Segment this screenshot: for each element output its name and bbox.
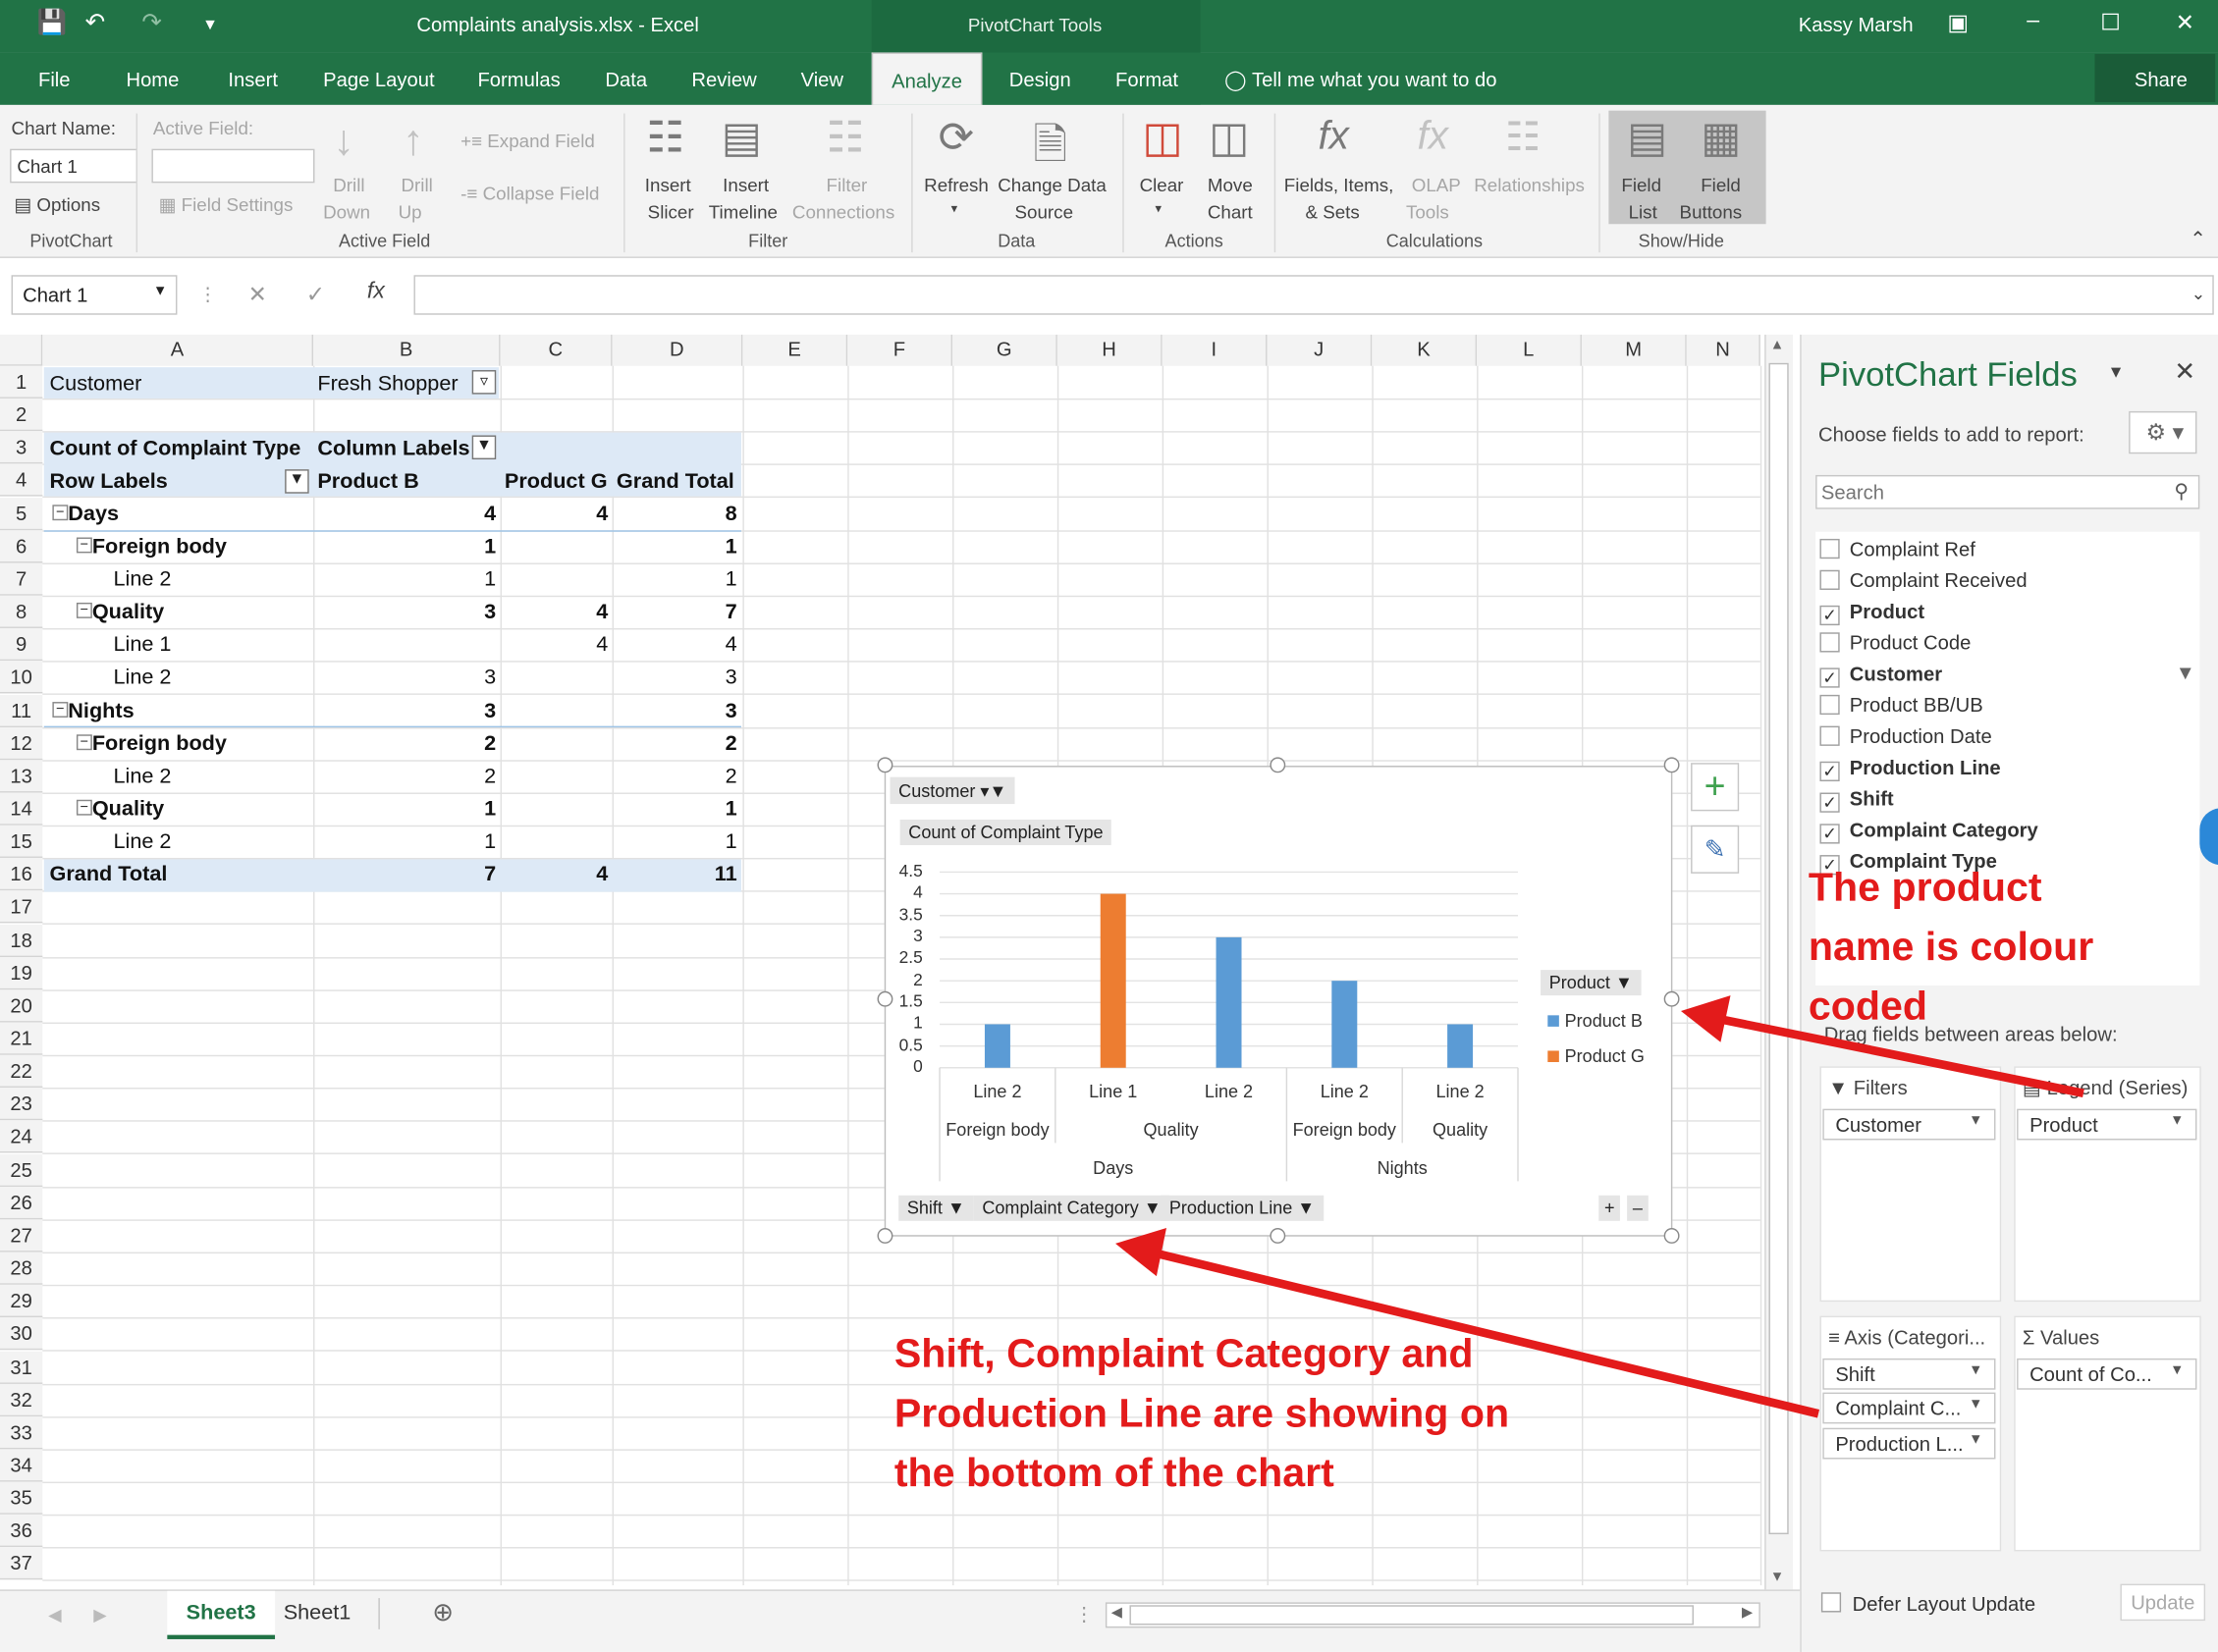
arrow-head-axis [1115, 1228, 1167, 1277]
arrow-head-legend [1680, 995, 1731, 1042]
annotation-axis-fields: Shift, Complaint Category and Production… [893, 1331, 1510, 1497]
annotation-product-colour: The product name is colour coded [1808, 865, 2094, 1030]
